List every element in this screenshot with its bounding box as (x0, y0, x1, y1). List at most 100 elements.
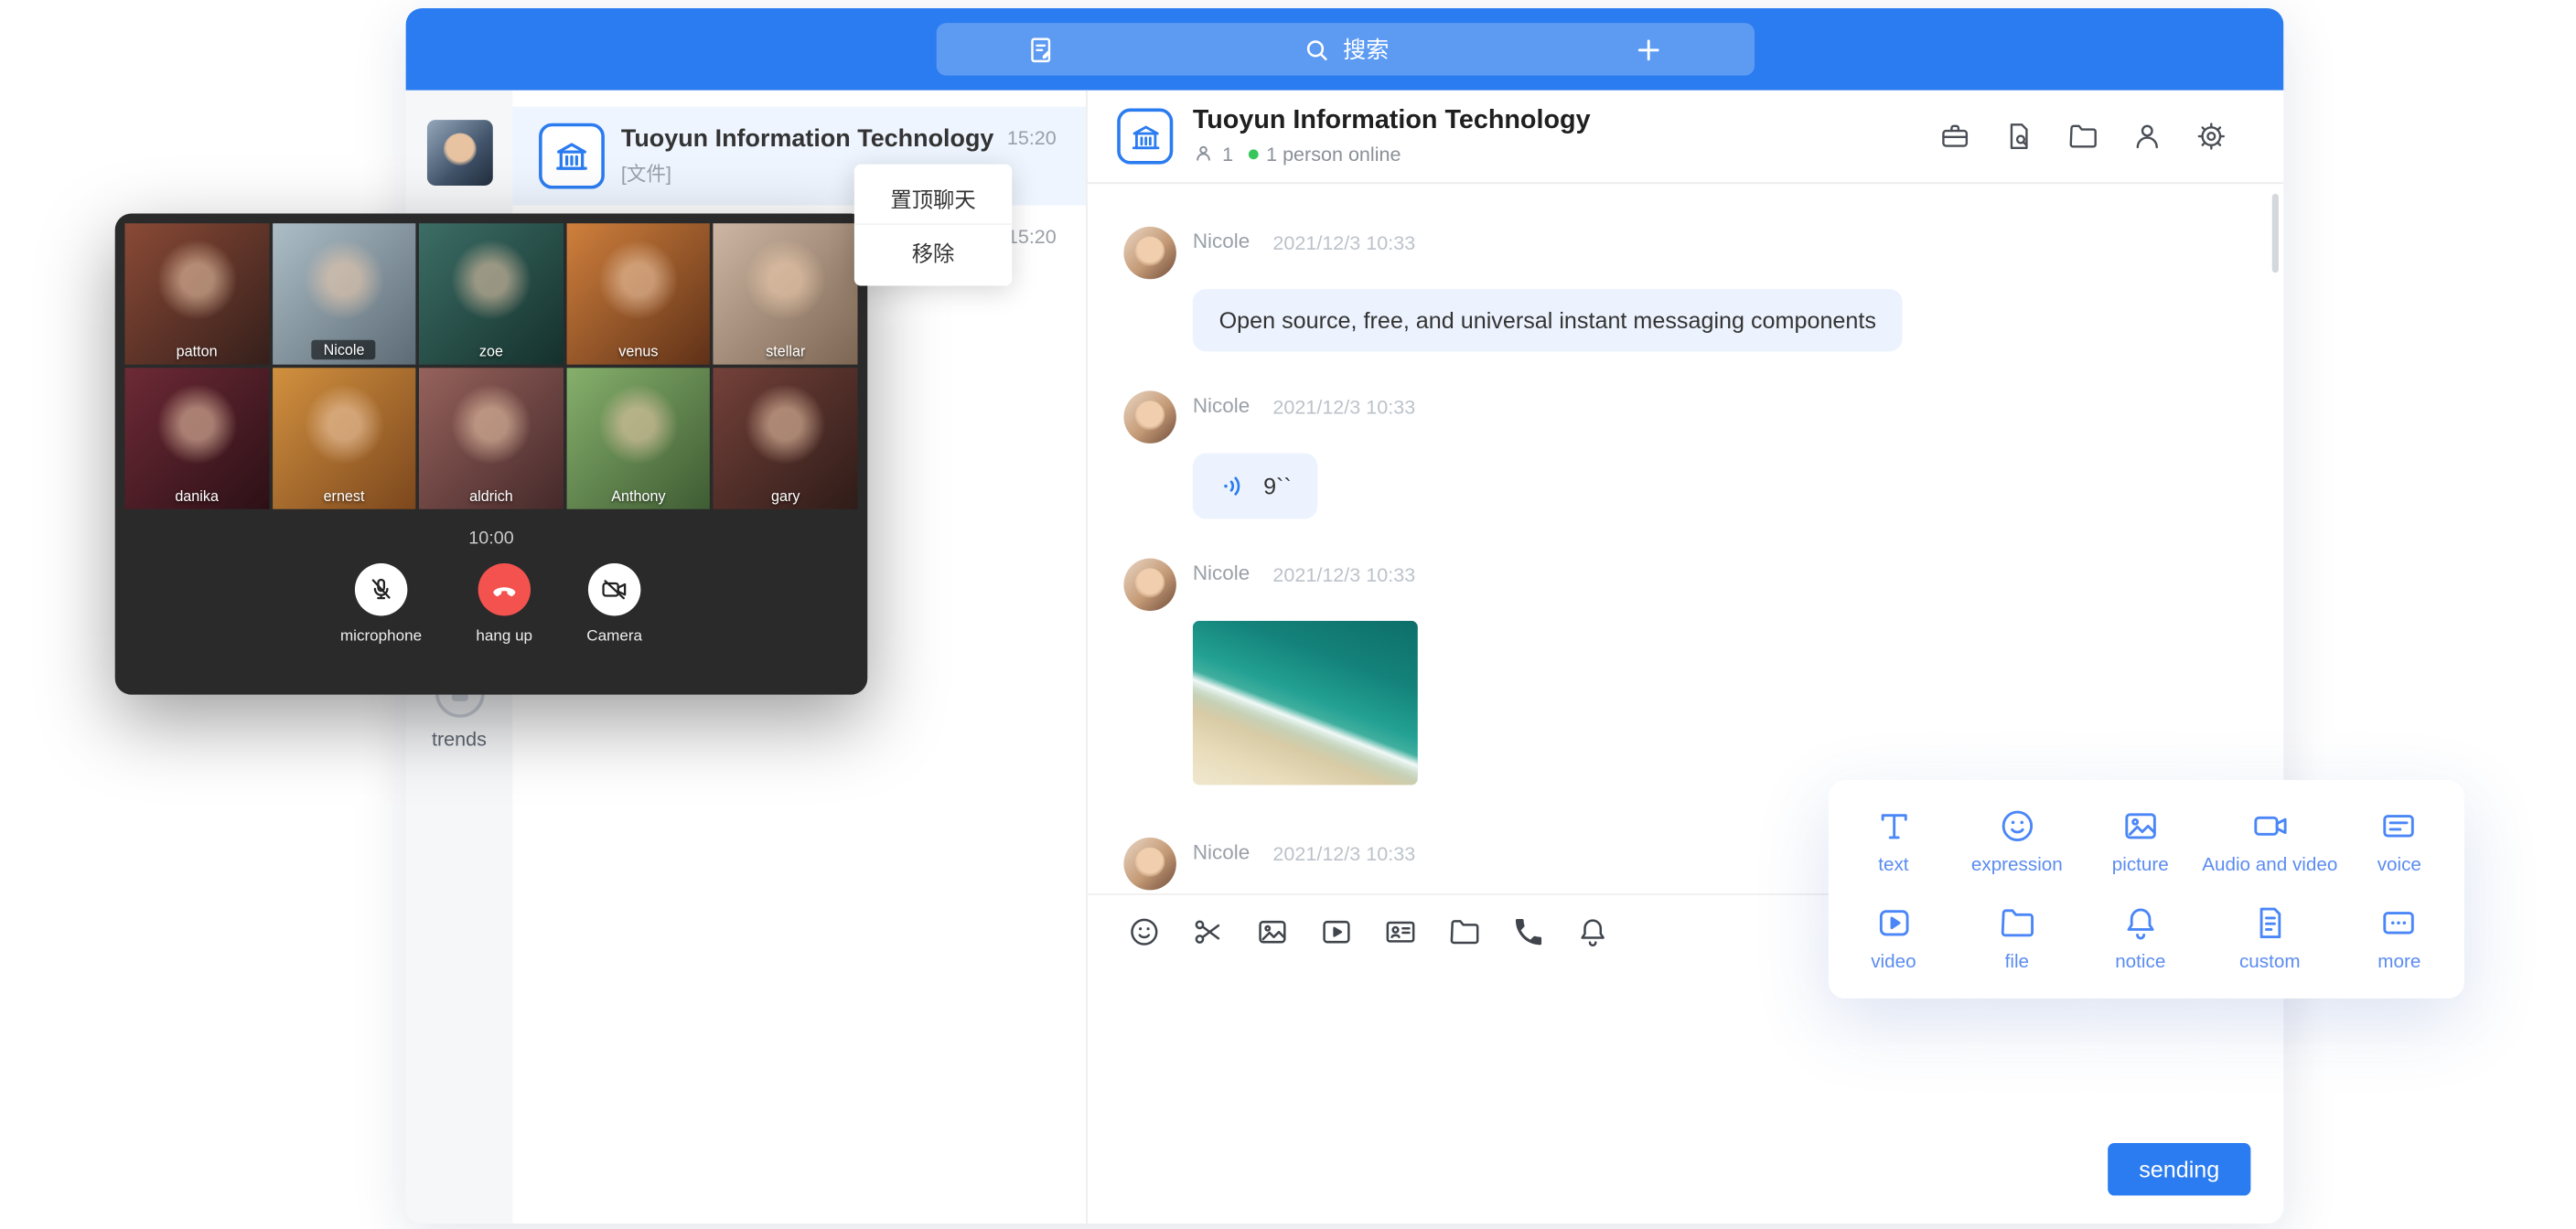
voice-wave-icon (1219, 471, 1249, 500)
folder-icon[interactable] (2066, 120, 2099, 153)
add-button[interactable] (1543, 34, 1754, 65)
participant-video[interactable]: venus (566, 223, 710, 364)
feature-more[interactable]: more (2337, 889, 2461, 985)
search-icon (1300, 34, 1331, 65)
member-count: 1 (1222, 143, 1233, 166)
notify-icon[interactable] (1575, 914, 1610, 949)
participant-video[interactable]: gary (714, 368, 857, 508)
call-controls: microphone hang up Camera (124, 563, 857, 646)
feature-audio-video[interactable]: Audio and video (2202, 793, 2337, 889)
emoji-icon[interactable] (1127, 914, 1162, 949)
hangup-control: hang up (476, 563, 532, 646)
members-icon[interactable] (2131, 120, 2163, 153)
search-input[interactable]: 搜索 (1146, 33, 1544, 66)
sender-avatar[interactable] (1123, 227, 1175, 279)
feature-video[interactable]: video (1831, 889, 1955, 985)
camera-off-icon (599, 575, 628, 604)
message-type-panel: text expression picture Audio and video (1829, 780, 2464, 999)
conversation-time: 15:20 (1007, 225, 1057, 248)
feature-expression[interactable]: expression (1955, 793, 2078, 889)
chat-title: Tuoyun Information Technology (1193, 107, 1591, 136)
participant-video[interactable]: zoe (419, 223, 563, 364)
more-icon (2379, 903, 2419, 942)
feature-file[interactable]: file (1955, 889, 2078, 985)
call-duration: 10:00 (124, 529, 857, 549)
search-history-icon[interactable] (2002, 120, 2035, 153)
video-icon[interactable] (1319, 914, 1354, 949)
user-avatar[interactable] (426, 120, 492, 186)
online-status: 1 person online (1266, 143, 1401, 166)
message-time: 2021/12/3 10:33 (1272, 563, 1415, 586)
hangup-button[interactable] (478, 563, 530, 615)
settings-icon[interactable] (2195, 120, 2227, 153)
participant-name: danika (124, 487, 268, 504)
participant-video[interactable]: stellar (714, 223, 857, 364)
conversation-context-menu: 置顶聊天 移除 (854, 165, 1012, 286)
expression-icon (1997, 807, 2036, 846)
conversation-title: Tuoyun Information Technology (621, 124, 994, 153)
sender-avatar[interactable] (1123, 559, 1175, 611)
participant-video[interactable]: Anthony (566, 368, 710, 508)
archive-box-icon[interactable] (1938, 120, 1971, 153)
scrollbar-thumb[interactable] (2272, 194, 2279, 273)
participant-name: venus (566, 343, 710, 359)
sender-avatar[interactable] (1123, 390, 1175, 443)
control-label: hang up (476, 627, 532, 646)
participant-name: patton (124, 343, 268, 359)
feature-custom[interactable]: custom (2202, 889, 2337, 985)
participant-video[interactable]: danika (124, 368, 268, 508)
voice-duration: 9`` (1263, 473, 1292, 499)
participant-video[interactable]: aldrich (419, 368, 563, 508)
members-count-icon (1193, 144, 1214, 165)
audio-video-icon (2250, 807, 2290, 846)
notice-bell-icon (2120, 903, 2160, 942)
screenshot-icon[interactable] (1191, 914, 1226, 949)
voice-icon (2379, 807, 2419, 846)
compose-note-button[interactable] (936, 34, 1146, 65)
participant-video[interactable]: patton (124, 223, 268, 364)
camera-toggle-button[interactable] (588, 563, 640, 615)
folder-icon[interactable] (1447, 914, 1482, 949)
feature-text[interactable]: text (1831, 793, 1955, 889)
group-call-overlay: patton Nicole zoe venus stellar danika e… (115, 213, 868, 694)
feature-label: picture (2112, 856, 2169, 876)
sender-name: Nicole (1193, 561, 1250, 584)
voice-bubble[interactable]: 9`` (1193, 454, 1318, 519)
control-label: Camera (586, 627, 642, 646)
participant-video[interactable]: ernest (272, 368, 415, 508)
contact-card-icon[interactable] (1383, 914, 1418, 949)
phone-icon[interactable] (1511, 914, 1546, 949)
sender-name: Nicole (1193, 841, 1250, 864)
call-participant-grid: patton Nicole zoe venus stellar danika e… (124, 223, 857, 508)
online-dot-icon (1248, 149, 1258, 159)
hangup-icon (489, 575, 519, 604)
send-button[interactable]: sending (2108, 1143, 2250, 1195)
microphone-toggle-button[interactable] (355, 563, 407, 615)
participant-name: Nicole (312, 340, 376, 360)
message-header: Nicole 2021/12/3 10:33 (1123, 559, 2244, 611)
menu-item-pin-chat[interactable]: 置顶聊天 (854, 171, 1012, 225)
picture-icon (2120, 807, 2160, 846)
feature-picture[interactable]: picture (2078, 793, 2202, 889)
plus-icon (1633, 34, 1664, 65)
message-header: Nicole 2021/12/3 10:33 (1123, 227, 2244, 279)
feature-label: Audio and video (2202, 856, 2337, 876)
search-bar: 搜索 (936, 23, 1754, 75)
sender-avatar[interactable] (1123, 838, 1175, 890)
message-voice: Nicole 2021/12/3 10:33 9`` (1123, 390, 2244, 518)
menu-item-remove[interactable]: 移除 (854, 225, 1012, 279)
message-body: Open source, free, and universal instant… (1193, 289, 2244, 351)
file-folder-icon (1997, 903, 2036, 942)
feature-label: more (2377, 952, 2420, 972)
message-input[interactable]: sending (1088, 969, 2283, 1224)
participant-name: aldrich (419, 487, 563, 504)
participant-video[interactable]: Nicole (272, 223, 415, 364)
participant-name: gary (714, 487, 857, 504)
feature-notice[interactable]: notice (2078, 889, 2202, 985)
picture-icon[interactable] (1255, 914, 1290, 949)
feature-voice[interactable]: voice (2337, 793, 2461, 889)
conversation-time: 15:20 (1007, 126, 1057, 149)
beach-photo-thumbnail[interactable] (1193, 621, 1418, 785)
text-bubble[interactable]: Open source, free, and universal instant… (1193, 289, 1903, 351)
participant-name: Anthony (566, 487, 710, 504)
